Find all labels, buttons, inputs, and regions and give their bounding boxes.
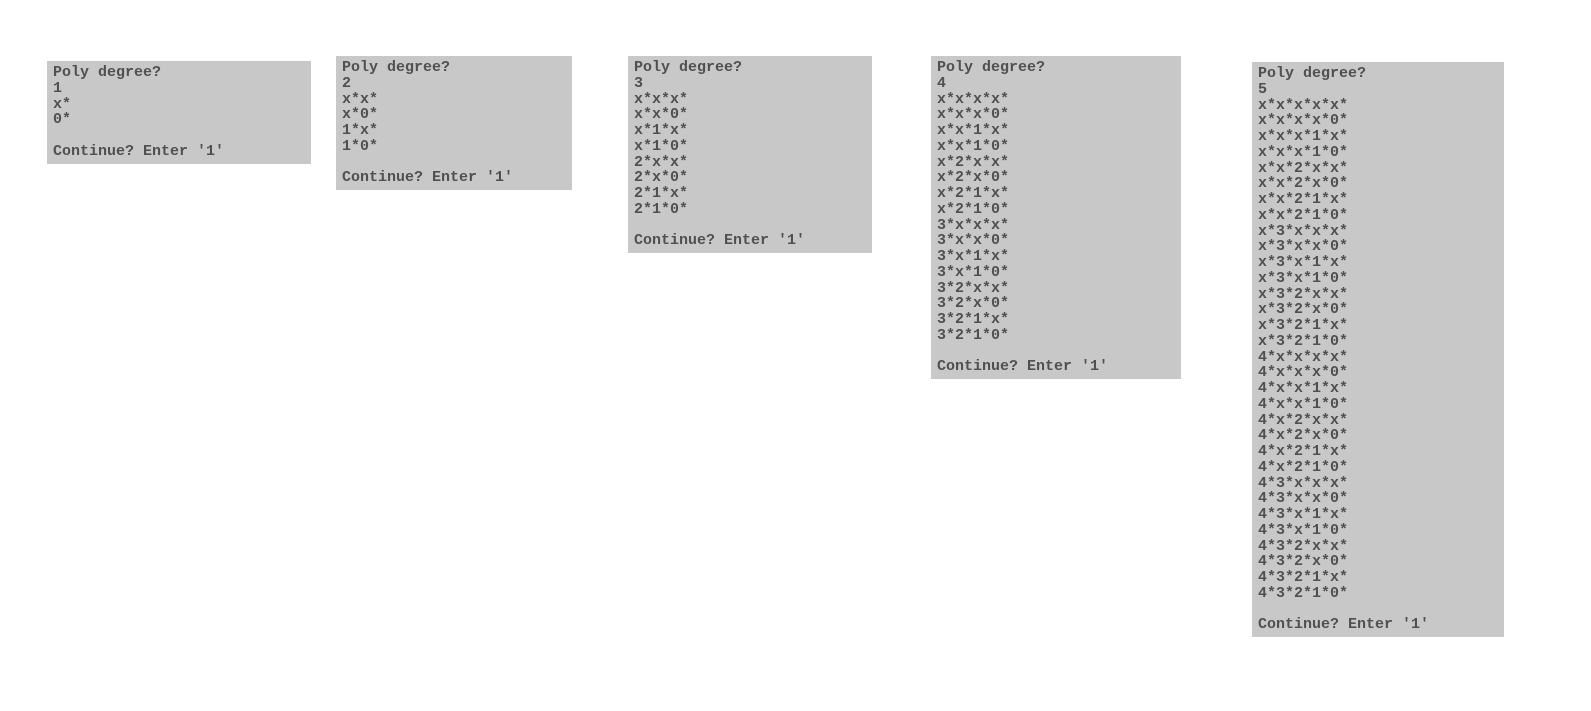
output-line: x*x*1*x* bbox=[937, 123, 1175, 139]
output-line: 1*x* bbox=[342, 123, 566, 139]
output-line: 3*2*1*0* bbox=[937, 328, 1175, 344]
prompt-text: Poly degree? bbox=[634, 60, 866, 76]
degree-input-value: 2 bbox=[342, 76, 566, 92]
output-line: 4*x*2*x*0* bbox=[1258, 428, 1498, 444]
output-line: x*x*x*0* bbox=[937, 107, 1175, 123]
output-line: x*x*0* bbox=[634, 107, 866, 123]
output-line: 3*x*x*0* bbox=[937, 233, 1175, 249]
output-line: 2*1*0* bbox=[634, 202, 866, 218]
prompt-text: Poly degree? bbox=[342, 60, 566, 76]
terminal-panel-degree-3: Poly degree?3x*x*x*x*x*0*x*1*x*x*1*0*2*x… bbox=[628, 56, 872, 253]
output-line: 3*x*1*x* bbox=[937, 249, 1175, 265]
terminal-panel-degree-5: Poly degree?5x*x*x*x*x*x*x*x*x*0*x*x*x*1… bbox=[1252, 62, 1504, 637]
output-line: x*1*x* bbox=[634, 123, 866, 139]
degree-input-value: 4 bbox=[937, 76, 1175, 92]
output-line: x*0* bbox=[342, 107, 566, 123]
degree-input-value: 3 bbox=[634, 76, 866, 92]
output-line: 4*3*x*1*x* bbox=[1258, 507, 1498, 523]
output-line: x*x*2*1*x* bbox=[1258, 192, 1498, 208]
output-line: 1*0* bbox=[342, 139, 566, 155]
output-line: x*3*x*1*x* bbox=[1258, 255, 1498, 271]
blank-line bbox=[342, 155, 566, 171]
output-line: x*2*1*x* bbox=[937, 186, 1175, 202]
output-line: 4*3*x*1*0* bbox=[1258, 523, 1498, 539]
output-line: 4*3*2*1*x* bbox=[1258, 570, 1498, 586]
output-line: x*3*2*x*x* bbox=[1258, 287, 1498, 303]
output-line: 2*1*x* bbox=[634, 186, 866, 202]
output-line: 4*x*2*1*0* bbox=[1258, 460, 1498, 476]
continue-prompt[interactable]: Continue? Enter '1' bbox=[1258, 617, 1498, 633]
output-line: 2*x*0* bbox=[634, 170, 866, 186]
output-line: x*x*x*x*0* bbox=[1258, 113, 1498, 129]
output-line: x*x*x*1*0* bbox=[1258, 145, 1498, 161]
output-line: x*3*x*x*0* bbox=[1258, 239, 1498, 255]
output-line: 4*3*x*x*0* bbox=[1258, 491, 1498, 507]
output-line: x*x* bbox=[342, 92, 566, 108]
output-line: 4*x*x*x*0* bbox=[1258, 365, 1498, 381]
output-line: 4*3*2*x*x* bbox=[1258, 539, 1498, 555]
output-line: 4*x*x*1*x* bbox=[1258, 381, 1498, 397]
output-line: 4*3*2*1*0* bbox=[1258, 586, 1498, 602]
output-line: x*3*x*x*x* bbox=[1258, 224, 1498, 240]
output-line: 3*x*1*0* bbox=[937, 265, 1175, 281]
output-line: x*2*x*0* bbox=[937, 170, 1175, 186]
output-line: x* bbox=[53, 97, 305, 113]
degree-input-value: 5 bbox=[1258, 82, 1498, 98]
output-line: 4*x*2*x*x* bbox=[1258, 413, 1498, 429]
output-line: 3*2*1*x* bbox=[937, 312, 1175, 328]
continue-prompt[interactable]: Continue? Enter '1' bbox=[342, 170, 566, 186]
blank-line bbox=[634, 218, 866, 234]
terminal-panel-degree-4: Poly degree?4x*x*x*x*x*x*x*0*x*x*1*x*x*x… bbox=[931, 56, 1181, 379]
output-line: x*x*x*x*x* bbox=[1258, 98, 1498, 114]
output-line: 3*2*x*x* bbox=[937, 281, 1175, 297]
degree-input-value: 1 bbox=[53, 81, 305, 97]
blank-line bbox=[53, 128, 305, 144]
continue-prompt[interactable]: Continue? Enter '1' bbox=[937, 359, 1175, 375]
output-line: 4*x*x*1*0* bbox=[1258, 397, 1498, 413]
output-line: 3*x*x*x* bbox=[937, 218, 1175, 234]
blank-line bbox=[937, 344, 1175, 360]
continue-prompt[interactable]: Continue? Enter '1' bbox=[53, 144, 305, 160]
output-line: x*x*x*x* bbox=[937, 92, 1175, 108]
output-line: 4*3*x*x*x* bbox=[1258, 476, 1498, 492]
output-line: 4*x*2*1*x* bbox=[1258, 444, 1498, 460]
output-line: x*x*1*0* bbox=[937, 139, 1175, 155]
output-line: x*x*x* bbox=[634, 92, 866, 108]
output-line: 3*2*x*0* bbox=[937, 296, 1175, 312]
continue-prompt[interactable]: Continue? Enter '1' bbox=[634, 233, 866, 249]
output-line: x*2*x*x* bbox=[937, 155, 1175, 171]
prompt-text: Poly degree? bbox=[1258, 66, 1498, 82]
output-line: 0* bbox=[53, 112, 305, 128]
output-line: x*x*2*x*0* bbox=[1258, 176, 1498, 192]
output-line: x*1*0* bbox=[634, 139, 866, 155]
output-line: 4*3*2*x*0* bbox=[1258, 554, 1498, 570]
terminal-panel-degree-1: Poly degree?1x*0* Continue? Enter '1' bbox=[47, 61, 311, 164]
blank-line bbox=[1258, 602, 1498, 618]
output-line: x*x*2*x*x* bbox=[1258, 161, 1498, 177]
prompt-text: Poly degree? bbox=[53, 65, 305, 81]
output-line: x*3*2*x*0* bbox=[1258, 302, 1498, 318]
output-line: x*3*2*1*0* bbox=[1258, 334, 1498, 350]
output-line: x*x*2*1*0* bbox=[1258, 208, 1498, 224]
output-line: x*x*x*1*x* bbox=[1258, 129, 1498, 145]
prompt-text: Poly degree? bbox=[937, 60, 1175, 76]
output-line: 4*x*x*x*x* bbox=[1258, 350, 1498, 366]
terminal-panel-degree-2: Poly degree?2x*x*x*0*1*x*1*0* Continue? … bbox=[336, 56, 572, 190]
output-line: x*3*2*1*x* bbox=[1258, 318, 1498, 334]
output-line: x*3*x*1*0* bbox=[1258, 271, 1498, 287]
output-line: 2*x*x* bbox=[634, 155, 866, 171]
output-line: x*2*1*0* bbox=[937, 202, 1175, 218]
